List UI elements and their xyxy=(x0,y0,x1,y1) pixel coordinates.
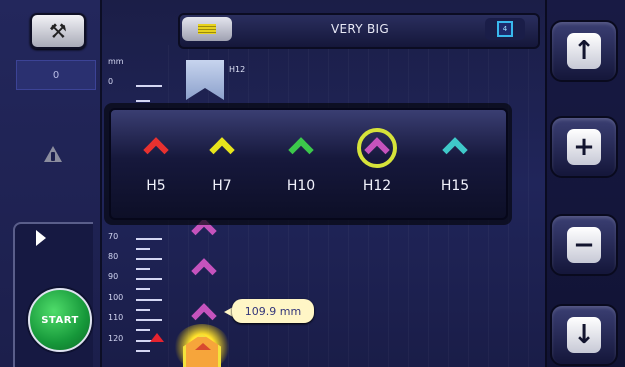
ruler-unit: mm xyxy=(108,57,124,66)
ruler-tick xyxy=(136,309,150,311)
start-label: START xyxy=(41,314,79,326)
tools-button[interactable]: ⚒ xyxy=(30,13,86,49)
ruler-tick xyxy=(136,258,162,260)
increase-button[interactable]: + xyxy=(550,116,618,178)
ruler-tick xyxy=(136,238,162,240)
grade-label: H5 xyxy=(146,178,166,194)
grade-label: H7 xyxy=(212,178,232,194)
grade-option-h10[interactable]: H10 xyxy=(268,123,334,207)
ruler-tick xyxy=(136,268,150,270)
target-flag-label: H12 xyxy=(229,65,246,74)
grade-label: H12 xyxy=(362,178,392,194)
measurement-callout: 109.9 mm xyxy=(232,299,314,323)
tape-icon xyxy=(198,24,216,34)
warning-exclamation xyxy=(51,152,55,161)
wrench-screwdriver-icon: ⚒ xyxy=(49,19,67,43)
info-icon: 4 xyxy=(497,21,513,37)
ruler-label: 120 xyxy=(108,334,124,343)
ruler-tick xyxy=(136,85,162,87)
ruler-tick xyxy=(136,288,150,290)
move-down-button[interactable]: ↓ xyxy=(550,304,618,366)
ruler-tick xyxy=(136,278,162,280)
ruler-label: 90 xyxy=(108,272,119,281)
grade-label: H15 xyxy=(440,178,470,194)
decrease-button[interactable]: − xyxy=(550,214,618,276)
plus-icon: + xyxy=(567,129,601,165)
mode-button[interactable] xyxy=(182,17,232,41)
green-chevron-icon xyxy=(288,137,314,163)
pointer-arrow-icon xyxy=(195,343,211,350)
info-button[interactable]: 4 xyxy=(485,18,525,40)
position-marker[interactable] xyxy=(150,333,164,342)
ruler-label: 100 xyxy=(108,293,124,302)
ruler-label: 0 xyxy=(108,77,114,86)
ruler-tick xyxy=(136,248,150,250)
ruler-tick xyxy=(136,329,150,331)
ruler-tick xyxy=(136,350,150,352)
play-icon[interactable] xyxy=(36,230,46,246)
counter-value: 0 xyxy=(52,69,60,81)
grade-option-h12[interactable]: H12 xyxy=(344,123,410,207)
ruler-label: 70 xyxy=(108,232,119,241)
start-button[interactable]: START xyxy=(28,288,92,352)
measurement-value: 109.9 mm xyxy=(244,304,302,318)
move-up-button[interactable]: ↑ xyxy=(550,20,618,82)
ruler-tick xyxy=(136,100,150,102)
ruler-tick xyxy=(136,299,162,301)
arrow-up-icon: ↑ xyxy=(567,33,601,69)
ruler-label: 110 xyxy=(108,313,124,322)
counter-display: 0 xyxy=(16,60,96,90)
arrow-down-icon: ↓ xyxy=(567,317,601,353)
grade-option-h5[interactable]: H5 xyxy=(123,123,189,207)
minus-icon: − xyxy=(567,227,601,263)
red-chevron-icon xyxy=(143,137,169,163)
grade-option-h15[interactable]: H15 xyxy=(422,123,488,207)
ruler-tick xyxy=(136,319,162,321)
screen: ⚒ 0 START mm 0 70 80 90 100 110 120 H12 … xyxy=(0,0,625,367)
size-label: VERY BIG xyxy=(331,22,389,36)
yellow-chevron-icon xyxy=(209,137,235,163)
cyan-chevron-icon xyxy=(442,137,468,163)
grade-label: H10 xyxy=(286,178,316,194)
grade-option-h7[interactable]: H7 xyxy=(189,123,255,207)
ruler-label: 80 xyxy=(108,252,119,261)
